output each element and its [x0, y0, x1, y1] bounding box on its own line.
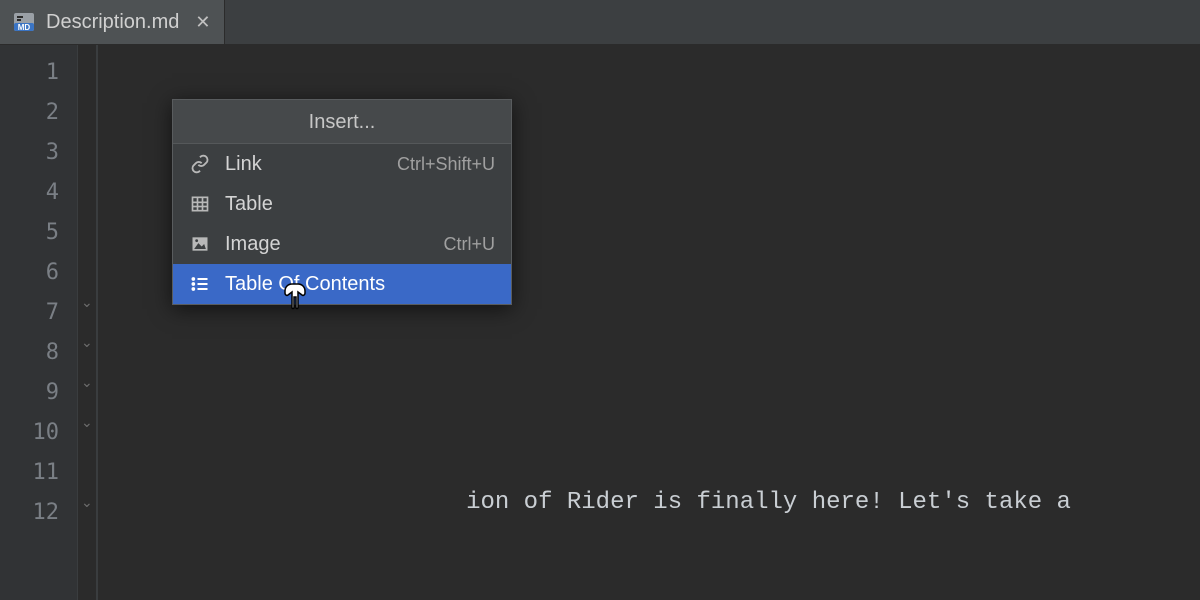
line-number: 10: [0, 413, 77, 453]
line-number: 4: [0, 173, 77, 213]
line-number: 9: [0, 373, 77, 413]
line-number: 2: [0, 93, 77, 133]
popup-item-label: Image: [225, 233, 429, 256]
line-number: 11: [0, 453, 77, 493]
line-number: 8: [0, 333, 77, 373]
toc-icon: [189, 273, 211, 295]
svg-text:MD: MD: [18, 23, 31, 32]
markdown-file-icon: MD: [12, 10, 36, 34]
fold-mark-icon[interactable]: ⌄: [81, 296, 93, 308]
line-number: 3: [0, 133, 77, 173]
popup-item-toc[interactable]: Table Of Contents: [173, 264, 511, 304]
file-tab[interactable]: MD Description.md ✕: [0, 0, 225, 44]
insert-popup: Insert... Link Ctrl+Shift+U Table: [172, 99, 512, 305]
line-number: 1: [0, 53, 77, 93]
link-icon: [189, 153, 211, 175]
table-icon: [189, 193, 211, 215]
fold-mark-icon[interactable]: ⌄: [81, 416, 93, 428]
popup-title: Insert...: [173, 100, 511, 144]
popup-item-shortcut: Ctrl+U: [443, 234, 495, 255]
popup-item-image[interactable]: Image Ctrl+U: [173, 224, 511, 264]
line-number: 6: [0, 253, 77, 293]
line-number-gutter: 1 2 3 4 5 6 7 8 9 10 11 12: [0, 45, 78, 600]
line-number: 7: [0, 293, 77, 333]
popup-item-label: Link: [225, 153, 383, 176]
fold-mark-icon[interactable]: ⌄: [81, 336, 93, 348]
line-number: 5: [0, 213, 77, 253]
fold-strip: ⌄ ⌄ ⌄ ⌄ ⌄: [78, 45, 96, 600]
code-text: ion of Rider is finally here! Let's take…: [466, 489, 1085, 516]
line-number: 12: [0, 493, 77, 533]
popup-item-label: Table: [225, 193, 481, 216]
image-icon: [189, 233, 211, 255]
popup-item-table[interactable]: Table: [173, 184, 511, 224]
tab-bar: MD Description.md ✕: [0, 0, 1200, 45]
tab-label: Description.md: [46, 11, 179, 34]
fold-mark-icon[interactable]: ⌄: [81, 496, 93, 508]
popup-item-link[interactable]: Link Ctrl+Shift+U: [173, 144, 511, 184]
close-tab-icon[interactable]: ✕: [195, 12, 210, 33]
fold-mark-icon[interactable]: ⌄: [81, 376, 93, 388]
popup-item-label: Table Of Contents: [225, 273, 481, 296]
popup-item-shortcut: Ctrl+Shift+U: [397, 154, 495, 175]
